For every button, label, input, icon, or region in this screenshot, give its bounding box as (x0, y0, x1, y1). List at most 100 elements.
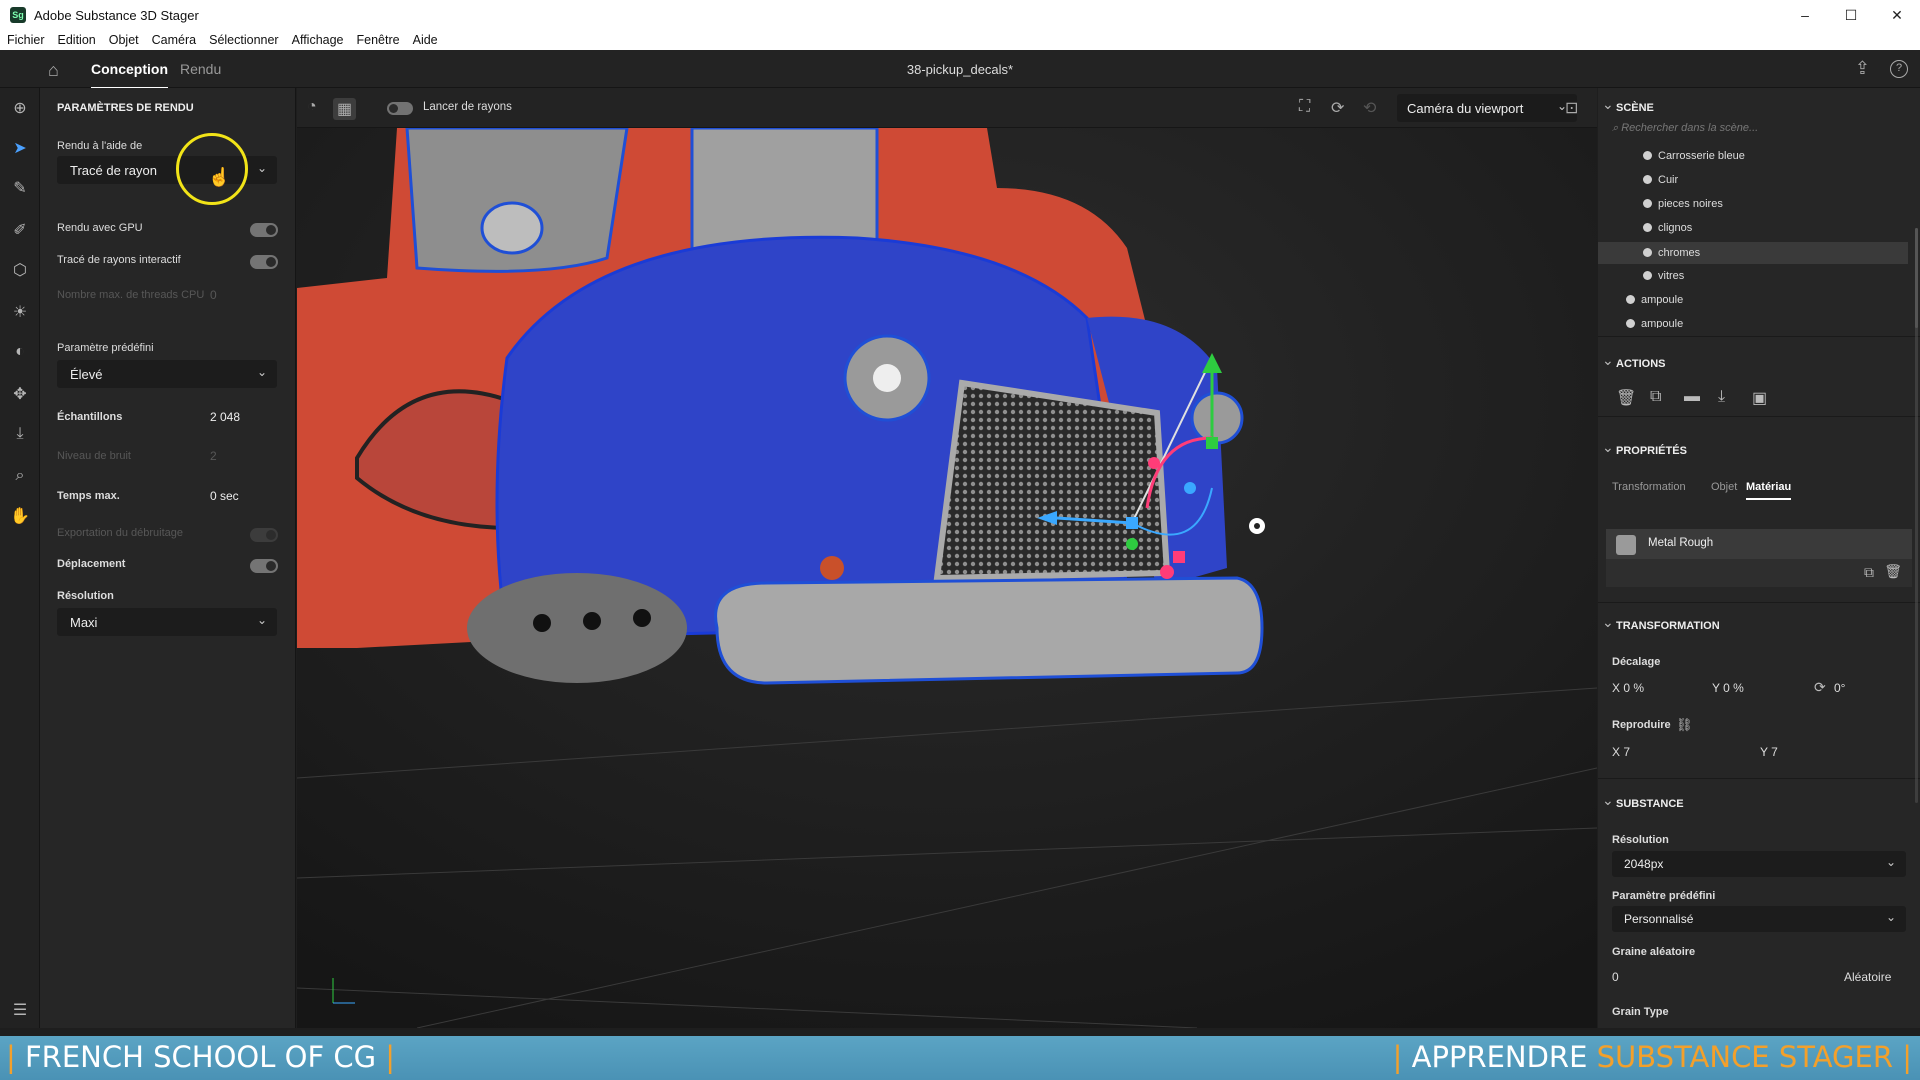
menu-fenetre[interactable]: Fenêtre (357, 33, 400, 47)
actions-section-title[interactable]: ACTIONS (1602, 352, 1665, 370)
noise-level-label: Niveau de bruit (57, 450, 131, 462)
menu-aide[interactable]: Aide (413, 33, 438, 47)
cube-icon[interactable]: ⬡ (8, 258, 32, 282)
zoom-icon[interactable]: ⌕ (8, 464, 32, 488)
scene-item[interactable]: pieces noires (1643, 198, 1723, 210)
duplicate-icon[interactable]: ⧉ (1650, 388, 1661, 406)
substance-preset-select[interactable]: Personnalisé ⌄ (1612, 906, 1906, 932)
material-icon (1643, 248, 1652, 257)
magic-wand-icon[interactable]: ✎ (8, 176, 32, 200)
samples-label: Échantillons (57, 411, 123, 423)
banner-pipe: | (1902, 1040, 1912, 1074)
substance-resolution-select[interactable]: 2048px ⌄ (1612, 851, 1906, 877)
tab-materiau[interactable]: Matériau (1746, 481, 1792, 500)
interactive-raytrace-toggle[interactable] (250, 255, 278, 269)
menu-fichier[interactable]: Fichier (7, 33, 45, 47)
tab-conception[interactable]: Conception (91, 61, 168, 89)
transformation-section-title[interactable]: TRANSFORMATION (1602, 614, 1720, 632)
gpu-toggle[interactable] (250, 223, 278, 237)
properties-section-title[interactable]: PROPRIÉTÉS (1602, 439, 1687, 457)
menu-affichage[interactable]: Affichage (292, 33, 344, 47)
scene-light-item[interactable]: ampoule (1626, 294, 1683, 306)
max-time-label: Temps max. (57, 490, 120, 502)
tab-transformation[interactable]: Transformation (1612, 481, 1686, 493)
displacement-toggle[interactable] (250, 559, 278, 573)
panel-title: PARAMÈTRES DE RENDU (57, 102, 194, 114)
bumper (714, 576, 1264, 685)
scene-item-selected[interactable]: chromes (1598, 242, 1908, 264)
close-button[interactable]: ✕ (1874, 0, 1920, 30)
camera-reset-icon: ⟲ (1363, 100, 1377, 117)
scene-light-item[interactable]: ampoule (1626, 318, 1683, 328)
scene-section-title[interactable]: SCÈNE (1602, 96, 1654, 114)
link-icon[interactable]: ⛓ (1676, 717, 1693, 733)
substance-preset-value: Personnalisé (1624, 912, 1694, 926)
delete-icon[interactable]: 🗑 (1616, 388, 1636, 408)
repeat-y-field[interactable]: Y 7 (1760, 745, 1778, 759)
camera-rotate-icon[interactable]: ⟳ (1331, 98, 1344, 118)
home-icon[interactable]: ⌂ (48, 60, 59, 81)
viewport[interactable]: ◔ ▦ Lancer de rayons ⛶ ⟳ ⟲ Caméra du vie… (297, 88, 1597, 1028)
folder-icon[interactable]: ▬ (1684, 388, 1700, 406)
scene-item[interactable]: Cuir (1643, 174, 1678, 186)
samples-value[interactable]: 2 048 (210, 410, 240, 424)
preset-value: Élevé (70, 367, 103, 382)
banner-pipe: | (6, 1040, 16, 1074)
pan-hand-icon[interactable]: ✋ (8, 504, 32, 528)
raytrace-toggle[interactable] (387, 102, 413, 115)
seed-field[interactable]: 0 (1612, 970, 1619, 984)
edit-material-icon[interactable]: ⧉ (1864, 564, 1874, 581)
scene-item[interactable]: Carrosserie bleue (1643, 150, 1745, 162)
search-icon: ⌕ (1612, 122, 1622, 134)
chevron-down-icon: ⌄ (256, 613, 267, 627)
randomize-button[interactable]: Aléatoire (1844, 970, 1891, 984)
max-time-value[interactable]: 0 sec (210, 489, 239, 503)
chevron-down-icon: ⌄ (1885, 855, 1896, 869)
add-icon[interactable]: ⊕ (8, 96, 32, 120)
properties-scrollbar[interactable] (1915, 228, 1918, 803)
cpu-threads-label: Nombre max. de threads CPU (57, 289, 205, 301)
frame-icon[interactable]: ⛶ (1299, 98, 1310, 116)
gpu-label: Rendu avec GPU (57, 222, 143, 234)
substance-section-title[interactable]: SUBSTANCE (1602, 792, 1684, 810)
maximize-button[interactable]: ☐ (1828, 0, 1874, 30)
render-settings-icon[interactable]: ▦ (333, 98, 357, 120)
delete-icon[interactable]: 🗑 (1884, 563, 1902, 580)
drop-to-floor-icon[interactable]: ⤓ (8, 422, 32, 446)
banner-left: | FRENCH SCHOOL OF CG | (6, 1040, 395, 1074)
light-icon[interactable]: ☀ (8, 300, 32, 324)
camera-select[interactable]: Caméra du viewport ⌄ (1397, 94, 1577, 122)
rotation-field[interactable]: 0° (1834, 681, 1845, 695)
render-method-value: Tracé de rayon (70, 163, 157, 178)
offset-x-field[interactable]: X 0 % (1612, 681, 1644, 695)
help-icon[interactable]: ? (1890, 60, 1908, 78)
select-tool-icon[interactable]: ➤ (8, 136, 32, 160)
material-icon[interactable]: ◐ (8, 340, 32, 364)
camera-icon[interactable]: ⊡ (1565, 98, 1578, 118)
repeat-x-field[interactable]: X 7 (1612, 745, 1630, 759)
tab-objet[interactable]: Objet (1711, 481, 1737, 493)
offset-y-field[interactable]: Y 0 % (1712, 681, 1744, 695)
resolution-select[interactable]: Maxi ⌄ (57, 608, 277, 636)
replace-icon[interactable]: ▣ (1752, 388, 1767, 408)
scene-search[interactable]: ⌕ Rechercher dans la scène... (1612, 122, 1758, 135)
export-icon[interactable]: ⤓ (1718, 388, 1725, 406)
speedometer-icon[interactable]: ◔ (307, 98, 317, 116)
material-row[interactable]: Metal Rough (1606, 529, 1912, 559)
preset-select[interactable]: Élevé ⌄ (57, 360, 277, 388)
menu-objet[interactable]: Objet (109, 33, 139, 47)
layers-icon[interactable]: ☰ (8, 998, 32, 1022)
menu-edition[interactable]: Edition (58, 33, 96, 47)
tab-rendu[interactable]: Rendu (180, 61, 221, 77)
cpu-threads-value: 0 (210, 288, 217, 302)
menu-selectionner[interactable]: Sélectionner (209, 33, 279, 47)
share-icon[interactable]: ⇪ (1855, 58, 1870, 79)
scene-render[interactable] (297, 128, 1597, 1028)
paint-icon[interactable]: ✐ (8, 218, 32, 242)
scene-item[interactable]: clignos (1643, 222, 1692, 234)
scene-item[interactable]: vitres (1643, 270, 1684, 282)
minimize-button[interactable]: – (1782, 0, 1828, 30)
light-bulb-icon (1626, 295, 1635, 304)
menu-camera[interactable]: Caméra (152, 33, 196, 47)
move-icon[interactable]: ✥ (8, 382, 32, 406)
